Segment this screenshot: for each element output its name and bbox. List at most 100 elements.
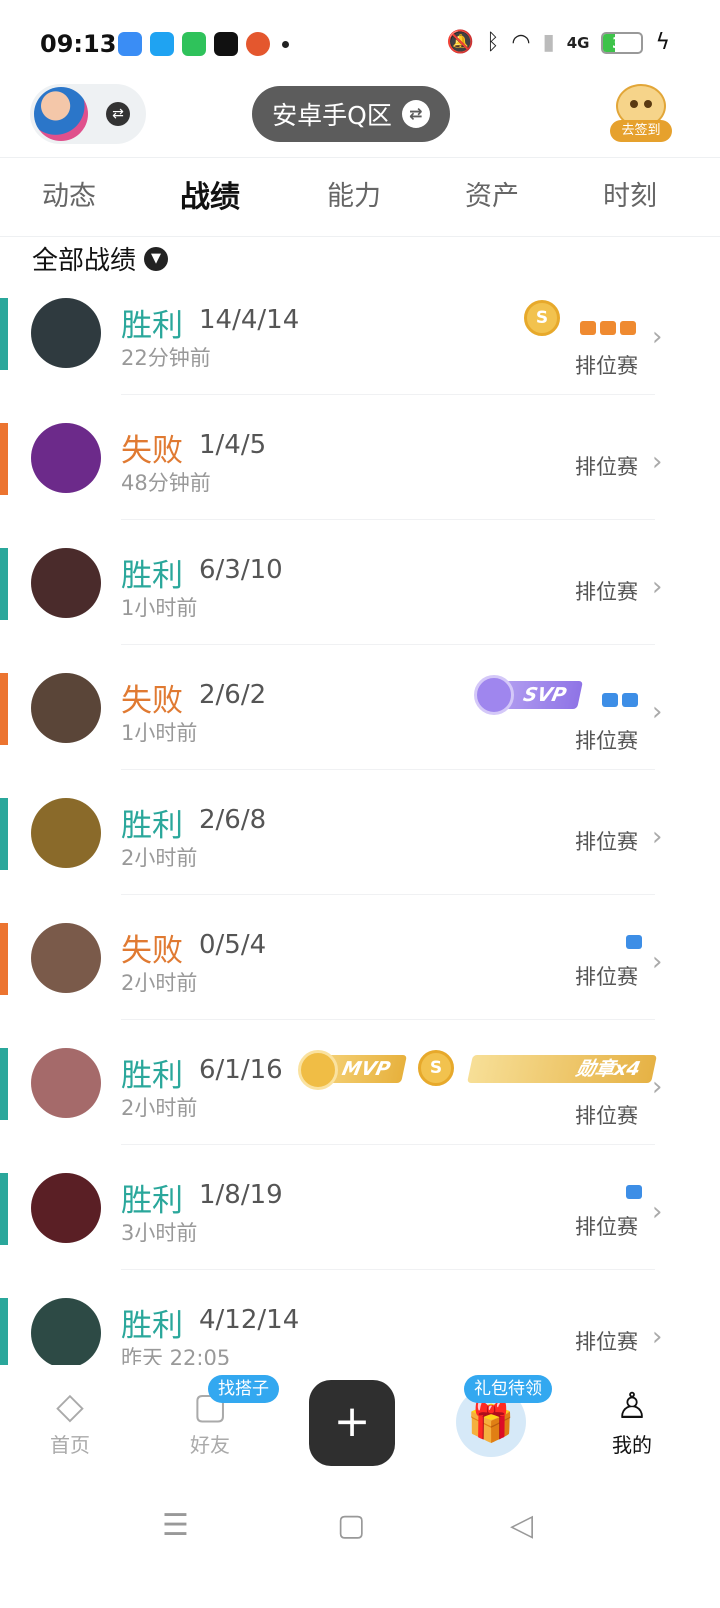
match-time: 3小时前 xyxy=(121,1221,198,1245)
menu-icon[interactable]: ☰ xyxy=(162,1508,189,1543)
s-coin-icon: S xyxy=(418,1050,454,1086)
nav-home[interactable]: ◇ 首页 xyxy=(30,1385,110,1458)
chevron-right-icon: › xyxy=(652,947,663,977)
signal-icon: 4G xyxy=(566,33,590,52)
chevron-right-icon: › xyxy=(652,1322,663,1352)
checkin-label: 去签到 xyxy=(610,120,672,142)
shield-icon xyxy=(622,693,638,707)
match-mode: 排位赛 xyxy=(575,354,638,378)
hero-avatar xyxy=(31,1048,101,1118)
tab-feed[interactable]: 动态 xyxy=(42,174,96,213)
match-time: 1小时前 xyxy=(121,596,198,620)
result-indicator xyxy=(0,798,8,870)
list-item[interactable]: 失败 0/5/4 2小时前 排位赛 › xyxy=(0,895,720,1020)
hero-avatar xyxy=(31,798,101,868)
match-time: 22分钟前 xyxy=(121,346,211,370)
status-time: 09:13 xyxy=(40,30,117,58)
medal-badge: 勋章x4 xyxy=(467,1055,657,1083)
match-result: 胜利 xyxy=(121,308,183,344)
result-indicator xyxy=(0,548,8,620)
result-indicator xyxy=(0,923,8,995)
gift-pending-badge[interactable]: 礼包待领 xyxy=(464,1375,552,1403)
checkin-button[interactable]: 去签到 xyxy=(610,84,672,144)
match-result: 失败 xyxy=(121,933,183,969)
list-item[interactable]: 胜利 6/1/16 2小时前 MVP S 勋章x4 排位赛 › xyxy=(0,1020,720,1145)
chevron-right-icon: › xyxy=(652,1072,663,1102)
nav-me[interactable]: ♙ 我的 xyxy=(592,1385,672,1458)
list-item[interactable]: 胜利 1/8/19 3小时前 排位赛 › xyxy=(0,1145,720,1270)
achievement-icons xyxy=(602,693,638,707)
match-kda: 14/4/14 xyxy=(199,305,300,335)
battery-icon: 30 xyxy=(601,31,644,54)
hero-avatar xyxy=(31,423,101,493)
mvp-emblem-icon xyxy=(298,1050,338,1090)
tab-assets[interactable]: 资产 xyxy=(465,174,519,213)
list-item[interactable]: 失败 2/6/2 1小时前 SVP 排位赛 › xyxy=(0,645,720,770)
result-indicator xyxy=(0,423,8,495)
match-mode: 排位赛 xyxy=(575,1104,638,1128)
list-item[interactable]: 胜利 2/6/8 2小时前 排位赛 › xyxy=(0,770,720,895)
match-time: 2小时前 xyxy=(121,971,198,995)
result-indicator xyxy=(0,1298,8,1365)
match-mode: 排位赛 xyxy=(575,455,638,479)
match-mode: 排位赛 xyxy=(575,580,638,604)
gift-icon: 🎁 xyxy=(467,1400,515,1444)
match-time: 48分钟前 xyxy=(121,471,211,495)
pumpkin-icon xyxy=(246,32,270,56)
status-indicators: 🔕 ᛒ ◠ ▮ 4G 30 ϟ xyxy=(447,30,670,55)
tab-bar: 动态 战绩 能力 资产 时刻 xyxy=(0,157,720,237)
signal-empty-icon: ▮ xyxy=(542,30,555,55)
home-button-icon[interactable]: ▢ xyxy=(337,1508,365,1543)
match-time: 1小时前 xyxy=(121,721,198,745)
find-partner-badge[interactable]: 找搭子 xyxy=(208,1375,279,1403)
match-result: 胜利 xyxy=(121,808,183,844)
s-coin-icon: S xyxy=(524,300,560,336)
create-post-button[interactable]: + xyxy=(309,1380,395,1466)
match-kda: 6/3/10 xyxy=(199,555,283,585)
account-switcher[interactable]: ⇄ xyxy=(30,84,146,144)
match-time: 昨天 22:05 xyxy=(121,1346,231,1365)
hero-avatar xyxy=(31,673,101,743)
swap-icon: ⇄ xyxy=(106,102,130,126)
nav-me-label: 我的 xyxy=(612,1433,652,1457)
list-item[interactable]: 胜利 6/3/10 1小时前 排位赛 › xyxy=(0,520,720,645)
hero-avatar xyxy=(31,1298,101,1365)
hero-avatar xyxy=(31,298,101,368)
status-bar: 09:13 🔕 ᛒ ◠ ▮ 4G 30 ϟ xyxy=(0,0,720,88)
chevron-right-icon: › xyxy=(652,1197,663,1227)
result-indicator xyxy=(0,1048,8,1120)
nav-home-label: 首页 xyxy=(50,1433,90,1457)
match-kda: 1/4/5 xyxy=(199,430,267,460)
swap-icon: ⇄ xyxy=(401,100,430,128)
list-item[interactable]: 失败 1/4/5 48分钟前 排位赛 › xyxy=(0,395,720,520)
match-kda: 2/6/8 xyxy=(199,805,267,835)
match-mode: 排位赛 xyxy=(575,830,638,854)
back-icon[interactable]: ◁ xyxy=(510,1508,533,1543)
chevron-right-icon: › xyxy=(652,572,663,602)
region-label: 安卓手Q区 xyxy=(272,101,392,130)
tower-icon xyxy=(620,321,636,335)
chevron-right-icon: › xyxy=(652,322,663,352)
region-selector[interactable]: 安卓手Q区 ⇄ xyxy=(252,86,450,142)
avatar xyxy=(34,87,88,141)
assist-icon xyxy=(602,693,618,707)
match-result: 胜利 xyxy=(121,1183,183,1219)
tab-moments[interactable]: 时刻 xyxy=(603,174,657,213)
list-item[interactable]: 胜利 14/4/14 22分钟前 S 排位赛 › xyxy=(0,270,720,395)
browser-icon xyxy=(118,32,142,56)
chevron-right-icon: › xyxy=(652,822,663,852)
top-header: ⇄ 安卓手Q区 ⇄ 去签到 xyxy=(0,84,720,148)
app-icon xyxy=(214,32,238,56)
phone-icon xyxy=(182,32,206,56)
wifi-icon: ◠ xyxy=(511,30,531,55)
match-kda: 4/12/14 xyxy=(199,1305,300,1335)
shield-icon xyxy=(626,1185,642,1199)
user-icon: ♙ xyxy=(615,1386,649,1427)
match-mode: 排位赛 xyxy=(575,729,638,753)
tab-record[interactable]: 战绩 xyxy=(180,172,240,216)
tab-ability[interactable]: 能力 xyxy=(327,174,381,213)
chevron-right-icon: › xyxy=(652,447,663,477)
result-indicator xyxy=(0,298,8,370)
list-item[interactable]: 胜利 4/12/14 昨天 22:05 排位赛 › xyxy=(0,1270,720,1365)
match-result: 失败 xyxy=(121,683,183,719)
